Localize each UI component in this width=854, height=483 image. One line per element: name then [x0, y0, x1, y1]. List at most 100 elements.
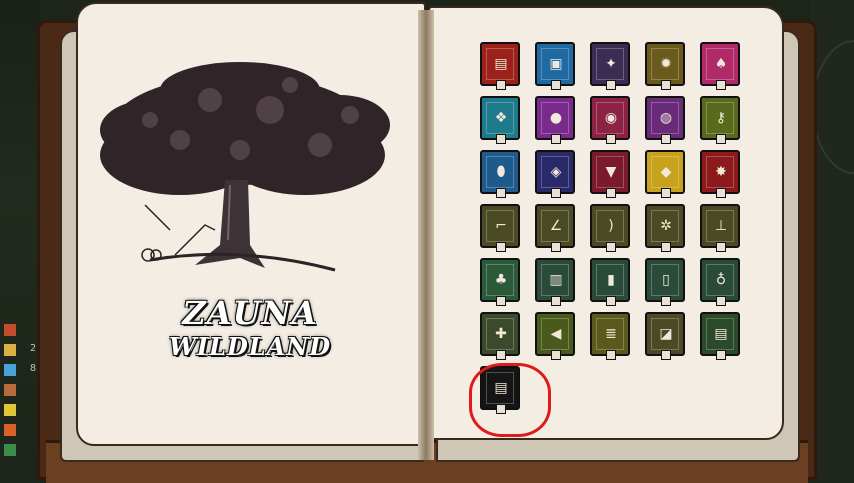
journal-entry-axe[interactable]: ⊥ [700, 204, 740, 252]
red-flame-icon: ✸ [715, 164, 727, 180]
journal-entry-blue-totem[interactable]: ▣ [535, 42, 575, 90]
entry-frame: ✦ [596, 48, 624, 80]
bookmark-tab [661, 296, 671, 306]
hud-item [4, 404, 36, 416]
journal-entry-yellow-gem[interactable]: ◆ [645, 150, 685, 198]
jar-icon: ▯ [662, 272, 670, 288]
journal-entry-crimson-chalice[interactable]: ▼ [590, 150, 630, 198]
bookmark-tab [661, 242, 671, 252]
violet-lamp-icon: ◍ [659, 110, 673, 126]
entry-frame: ✲ [651, 210, 679, 242]
parchment-icon: ≣ [605, 326, 617, 342]
hud-item-icon [4, 364, 16, 376]
entry-frame: ⊥ [706, 210, 734, 242]
entry-frame: ▤ [706, 318, 734, 350]
entry-frame: ▼ [596, 156, 624, 188]
journal-entry-eraser[interactable]: ◪ [645, 312, 685, 360]
gear-icon: ✹ [660, 56, 672, 72]
hud-item-count: 2 [30, 343, 37, 354]
hud-item: 8 [4, 363, 37, 376]
eraser-icon: ◪ [659, 326, 673, 342]
bookmark-tab [716, 242, 726, 252]
journal-entry-parchment[interactable]: ≣ [590, 312, 630, 360]
bookmark-tab [716, 350, 726, 360]
journal-entry-red-flame[interactable]: ✸ [700, 150, 740, 198]
journal-entry-stove[interactable]: ▥ [535, 258, 575, 306]
journal-entry-sword-charm[interactable]: ✚ [480, 312, 520, 360]
entry-frame: ◍ [651, 102, 679, 134]
hud-item-icon [4, 404, 16, 416]
journal-entry-green-plant[interactable]: ♣ [480, 258, 520, 306]
book-subtitle: WILDLAND [168, 332, 332, 361]
journal-entry-red-scroll[interactable]: ▤ [480, 42, 520, 90]
journal-entry-magenta-eye[interactable]: ◉ [590, 96, 630, 144]
journal-entry-cleaver[interactable]: ▮ [590, 258, 630, 306]
journal-entry-jar[interactable]: ▯ [645, 258, 685, 306]
entry-frame: ∠ [541, 210, 569, 242]
journal-entry-violet-orb[interactable]: ● [535, 96, 575, 144]
entry-frame: ◉ [596, 102, 624, 134]
entry-frame: ❖ [486, 102, 514, 134]
entry-frame: ✚ [486, 318, 514, 350]
flask-icon: ♁ [715, 272, 727, 288]
journal-entry-gear[interactable]: ✹ [645, 42, 685, 90]
yellow-gem-icon: ◆ [660, 164, 672, 180]
entry-frame: ◪ [651, 318, 679, 350]
journal-entry-yellow-key[interactable]: ⚷ [700, 96, 740, 144]
journal-entry-violet-lamp[interactable]: ◍ [645, 96, 685, 144]
bookmark-tab [551, 350, 561, 360]
entry-frame: ▮ [596, 264, 624, 296]
bookmark-tab [606, 134, 616, 144]
journal-entry-flask[interactable]: ♁ [700, 258, 740, 306]
hud-item: 2 [4, 343, 37, 356]
blue-totem-icon: ▣ [549, 56, 563, 72]
crimson-chalice-icon: ▼ [605, 164, 617, 180]
bow-icon: ) [608, 218, 614, 234]
journal-entry-bow[interactable]: ) [590, 204, 630, 252]
journal-entry-scythe[interactable]: ∠ [535, 204, 575, 252]
yellow-key-icon: ⚷ [715, 110, 727, 126]
cyan-rune-icon: ❖ [494, 110, 508, 126]
journal-entry-cyan-rune[interactable]: ❖ [480, 96, 520, 144]
green-barrel-icon: ▤ [714, 326, 728, 342]
bookmark-tab [716, 80, 726, 90]
journal-entry-navy-potion[interactable]: ◈ [535, 150, 575, 198]
journal-entry-pink-creature[interactable]: ♠ [700, 42, 740, 90]
purple-crystal-icon: ✦ [605, 56, 617, 72]
bookmark-tab [496, 350, 506, 360]
bookmark-tab [661, 80, 671, 90]
bookmark-tab [661, 134, 671, 144]
red-scroll-icon: ▤ [494, 56, 508, 72]
scythe-icon: ∠ [549, 218, 563, 234]
entry-frame: ⚷ [706, 102, 734, 134]
journal-entry-pickaxe[interactable]: ⌐ [480, 204, 520, 252]
bookmark-tab [496, 80, 506, 90]
bookmark-tab [496, 134, 506, 144]
entry-frame: ▥ [541, 264, 569, 296]
journal-entry-branch[interactable]: ✲ [645, 204, 685, 252]
journal-entry-green-barrel[interactable]: ▤ [700, 312, 740, 360]
entry-frame: ♁ [706, 264, 734, 296]
navy-potion-icon: ◈ [550, 164, 562, 180]
book-title: ZAUNA [182, 294, 318, 332]
hud-status-strip: 28 [0, 320, 40, 480]
entry-frame: ▣ [541, 48, 569, 80]
bookmark-tab [496, 296, 506, 306]
journal-entry-horn[interactable]: ◀ [535, 312, 575, 360]
bookmark-tab [716, 134, 726, 144]
bookmark-tab [551, 242, 561, 252]
tree-illustration [100, 62, 390, 272]
bookmark-tab [606, 350, 616, 360]
journal-entry-purple-crystal[interactable]: ✦ [590, 42, 630, 90]
blue-nut-icon: ⬮ [496, 164, 506, 180]
branch-icon: ✲ [660, 218, 672, 234]
stove-icon: ▥ [549, 272, 563, 288]
pickaxe-icon: ⌐ [495, 218, 507, 234]
bookmark-tab [661, 188, 671, 198]
hud-item-icon [4, 324, 16, 336]
hud-item-count: 8 [30, 363, 37, 374]
entry-frame: ⬮ [486, 156, 514, 188]
horn-icon: ◀ [550, 326, 562, 342]
journal-entry-blue-nut[interactable]: ⬮ [480, 150, 520, 198]
bookmark-tab [661, 350, 671, 360]
